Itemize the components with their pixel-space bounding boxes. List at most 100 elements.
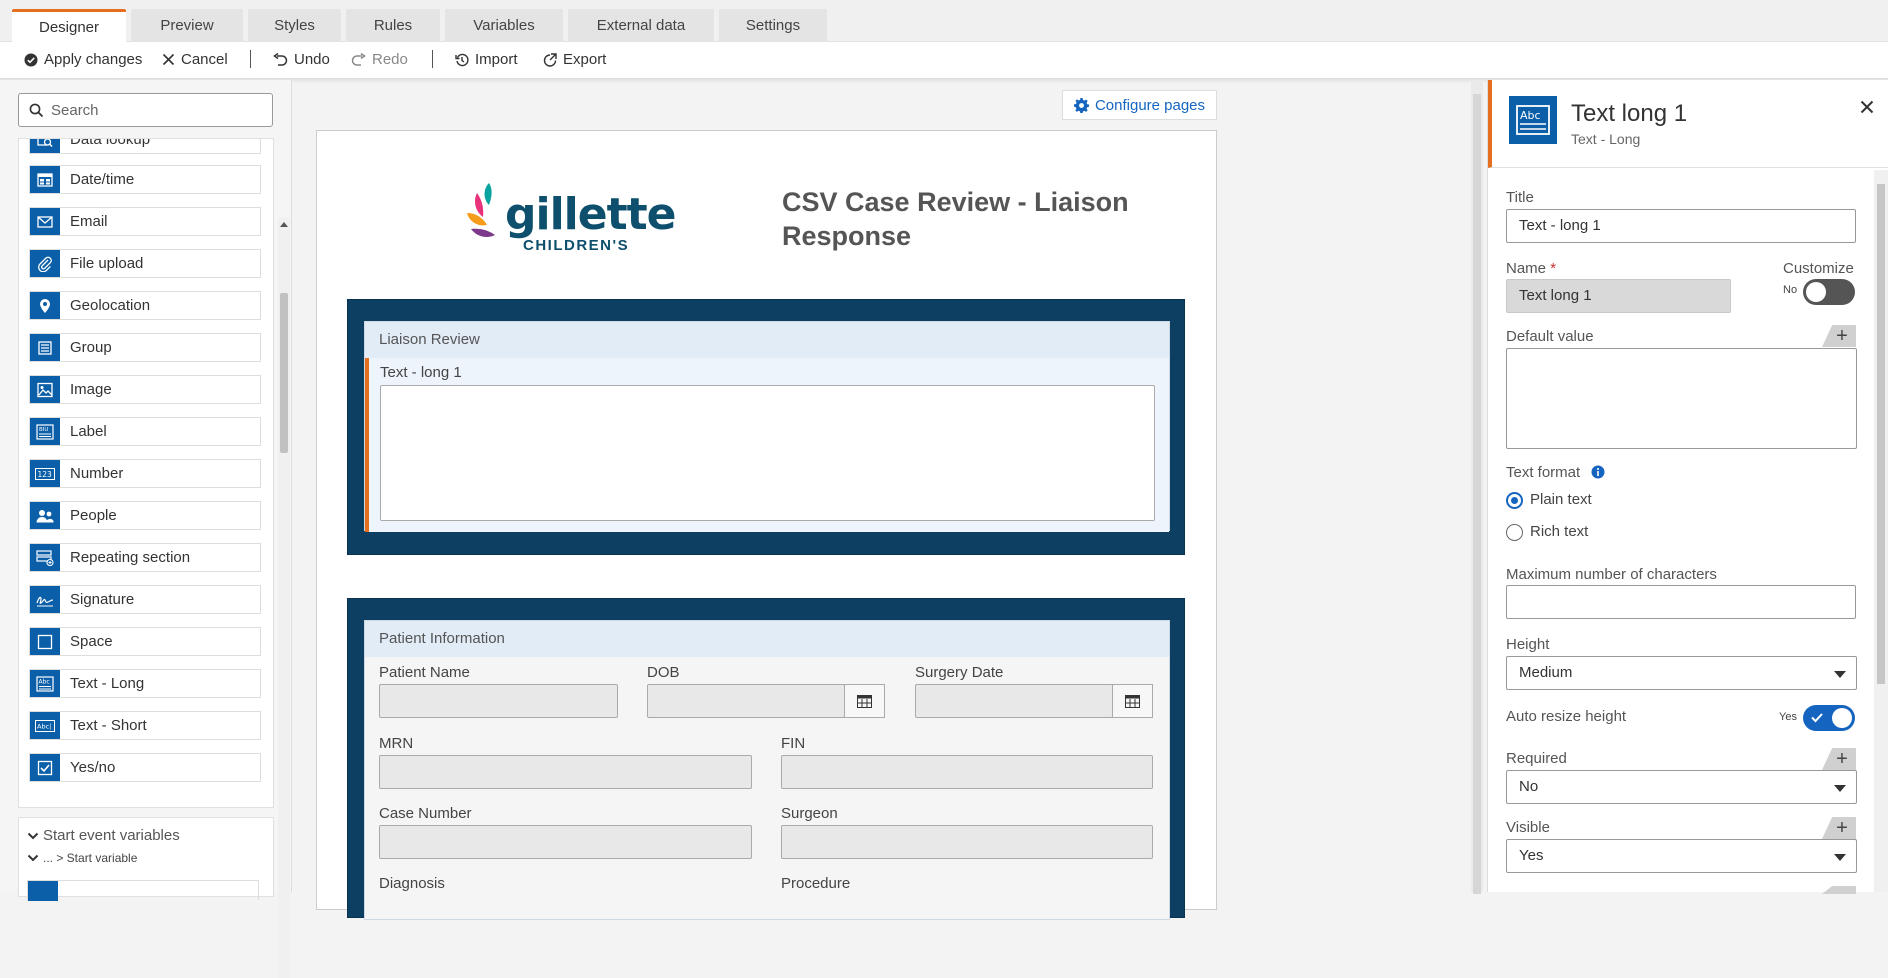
tab-settings[interactable]: Settings [719, 9, 827, 42]
surgery-date-input[interactable] [915, 684, 1113, 718]
scrollbar-thumb[interactable] [280, 293, 288, 453]
text-long-icon: Abc [1509, 96, 1557, 144]
tool-label-control[interactable]: BIU Label [29, 417, 261, 446]
add-default-value-button[interactable]: + [1822, 325, 1856, 347]
tab-rules[interactable]: Rules [346, 9, 440, 42]
tool-number[interactable]: 123 Number [29, 459, 261, 488]
tool-image[interactable]: Image [29, 375, 261, 404]
patient-name-input[interactable] [379, 684, 618, 718]
scrollbar-thumb[interactable] [1473, 94, 1481, 894]
start-event-variables-header[interactable]: Start event variables [27, 827, 180, 844]
svg-text:123: 123 [38, 470, 53, 479]
scrollbar-thumb[interactable] [1877, 184, 1885, 684]
close-icon[interactable] [1860, 100, 1874, 114]
auto-resize-toggle[interactable] [1803, 705, 1855, 731]
field-label: DOB [647, 664, 680, 681]
properties-scrollbar[interactable] [1874, 170, 1888, 892]
max-chars-input[interactable] [1506, 585, 1856, 619]
tool-label: Text - Short [70, 717, 147, 734]
tool-label: Group [70, 339, 112, 356]
height-select[interactable]: Medium [1506, 656, 1857, 690]
info-icon[interactable] [1591, 465, 1605, 479]
apply-changes-button[interactable]: Apply changes [24, 51, 142, 68]
add-rule-button[interactable] [1822, 886, 1856, 894]
fin-input[interactable] [781, 755, 1153, 789]
tab-preview[interactable]: Preview [131, 9, 243, 42]
title-input[interactable]: Text - long 1 [1506, 209, 1856, 243]
group-icon [30, 334, 60, 361]
tool-space[interactable]: Space [29, 627, 261, 656]
tool-email[interactable]: Email [29, 207, 261, 236]
tool-label: File upload [70, 255, 144, 272]
patient-information-section[interactable]: Patient Information Patient Name DOB Sur… [347, 598, 1185, 920]
selected-text-long-control[interactable]: Text - long 1 [365, 358, 1169, 532]
liaison-review-section[interactable]: Liaison Review Text - long 1 [347, 299, 1185, 555]
tool-label: Label [70, 423, 107, 440]
rich-text-radio[interactable] [1506, 524, 1523, 541]
case-number-input[interactable] [379, 825, 752, 859]
redo-button[interactable]: Redo [351, 51, 408, 68]
surgeon-input[interactable] [781, 825, 1153, 859]
tab-designer[interactable]: Designer [12, 9, 126, 42]
tool-signature[interactable]: Signature [29, 585, 261, 614]
visible-value: Yes [1519, 847, 1544, 864]
toggle-knob [1832, 708, 1852, 728]
tool-date-time[interactable]: Date/time [29, 165, 261, 194]
svg-text:Abc: Abc [1520, 109, 1541, 122]
tool-text-long[interactable]: Abc Text - Long [29, 669, 261, 698]
default-value-textarea[interactable] [1506, 348, 1857, 449]
toolbar: Apply changes Cancel Undo Redo Import Ex… [0, 42, 1888, 79]
variable-icon [28, 881, 58, 901]
tool-repeating-section[interactable]: Repeating section [29, 543, 261, 572]
email-icon [30, 208, 60, 235]
toggle-knob [1806, 282, 1826, 302]
field-label: Text - long 1 [380, 364, 462, 381]
add-required-rule-button[interactable]: + [1822, 748, 1856, 770]
visible-label: Visible [1506, 819, 1550, 836]
repeating-section-icon [30, 544, 60, 571]
configure-pages-button[interactable]: Configure pages [1062, 90, 1217, 120]
tool-yes-no[interactable]: Yes/no [29, 753, 261, 782]
canvas-scrollbar[interactable] [1471, 80, 1483, 894]
tool-label: Data lookup [70, 138, 151, 148]
tool-people[interactable]: People [29, 501, 261, 530]
dob-input[interactable] [647, 684, 845, 718]
variable-item[interactable] [27, 880, 259, 901]
scroll-up-arrow-icon[interactable] [280, 222, 288, 227]
plain-text-radio[interactable] [1506, 492, 1523, 509]
space-icon [30, 628, 60, 655]
text-long-textarea[interactable] [380, 385, 1155, 521]
dob-calendar-button[interactable] [844, 684, 885, 718]
add-visible-rule-button[interactable]: + [1822, 817, 1856, 839]
visible-select[interactable]: Yes [1506, 839, 1857, 873]
redo-label: Redo [372, 51, 408, 68]
tool-file-upload[interactable]: File upload [29, 249, 261, 278]
properties-header: Abc Text long 1 Text - Long [1488, 80, 1888, 168]
required-select[interactable]: No [1506, 770, 1857, 804]
toolbox-scrollbar[interactable] [278, 218, 290, 978]
tool-data-lookup[interactable]: Data lookup [29, 138, 261, 154]
tab-styles[interactable]: Styles [248, 9, 341, 42]
tool-geolocation[interactable]: Geolocation [29, 291, 261, 320]
undo-button[interactable]: Undo [273, 51, 330, 68]
tool-group[interactable]: Group [29, 333, 261, 362]
name-input[interactable]: Text long 1 [1506, 279, 1731, 313]
tool-text-short[interactable]: Abc| Text - Short [29, 711, 261, 740]
mrn-input[interactable] [379, 755, 752, 789]
tool-label: Space [70, 633, 113, 650]
tab-external-data[interactable]: External data [568, 9, 714, 42]
gear-icon [1073, 97, 1089, 113]
signature-icon [30, 586, 60, 613]
apply-changes-label: Apply changes [44, 51, 143, 68]
customize-toggle[interactable] [1803, 279, 1855, 305]
surgery-date-calendar-button[interactable] [1112, 684, 1153, 718]
field-label: Patient Name [379, 664, 470, 681]
import-button[interactable]: Import [455, 51, 518, 68]
start-event-variables-label: Start event variables [43, 827, 180, 844]
start-variable-header[interactable]: ... > Start variable [27, 851, 137, 865]
tab-variables[interactable]: Variables [445, 9, 563, 42]
cancel-button[interactable]: Cancel [162, 51, 228, 68]
export-button[interactable]: Export [543, 51, 606, 68]
rich-text-label: Rich text [1530, 523, 1589, 540]
search-input[interactable]: Search [18, 93, 273, 127]
